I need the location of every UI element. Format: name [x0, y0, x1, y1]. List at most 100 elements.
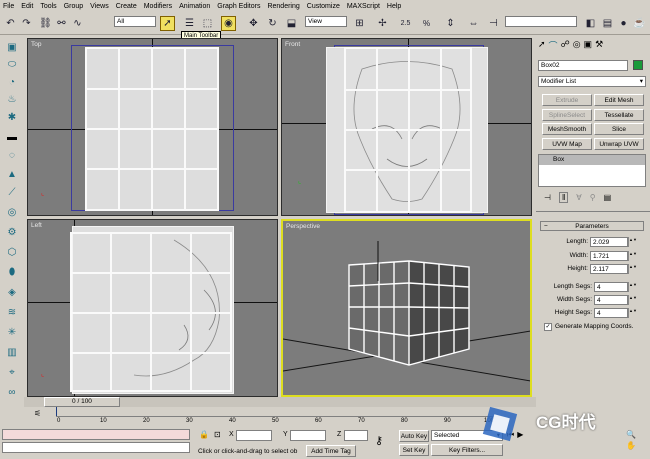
auto-key-button[interactable]: Auto Key — [399, 430, 429, 442]
add-time-tag-button[interactable]: Add Time Tag — [306, 445, 356, 457]
maxscript-listener[interactable] — [2, 429, 190, 440]
gear-icon[interactable]: ⚙ — [4, 225, 20, 240]
viewport-left[interactable]: Left ⌞ — [27, 219, 278, 397]
trackbar-key-icon[interactable]: ⚟ — [34, 409, 41, 418]
unlink-icon[interactable]: ⚯ — [54, 16, 69, 31]
reference-coord-dropdown[interactable]: View — [305, 16, 347, 27]
length-segs-spinner[interactable]: ▲▼ — [628, 282, 637, 292]
viewport-top[interactable]: Top ⌞ — [27, 38, 278, 216]
cone-icon[interactable]: ▲ — [4, 167, 20, 182]
redo-icon[interactable]: ↷ — [19, 16, 34, 31]
create-tab-icon[interactable]: ➚ — [538, 39, 546, 53]
zoom-icon[interactable]: 🔍 — [626, 430, 636, 439]
key-mode-icon[interactable]: ⚷ — [375, 434, 383, 447]
capsule-icon[interactable]: ⬮ — [4, 265, 20, 280]
display-tab-icon[interactable]: ▣ — [584, 39, 593, 53]
height-segs-field[interactable]: 4 — [594, 308, 628, 318]
absolute-mode-icon[interactable]: ⊡ — [214, 430, 221, 439]
pan-icon[interactable]: ✋ — [626, 441, 636, 450]
height-field[interactable]: 2.117 — [590, 264, 628, 274]
object-name-field[interactable]: Box02 — [538, 60, 628, 71]
geosphere-icon[interactable]: ✱ — [4, 110, 20, 125]
material-editor-icon[interactable]: ● — [616, 16, 631, 31]
angle-snap-icon[interactable]: 2.5 — [398, 16, 413, 31]
menu-file[interactable]: File — [3, 3, 14, 10]
height-spinner[interactable]: ▲▼ — [628, 264, 637, 274]
plane-icon[interactable]: ▬ — [4, 130, 20, 145]
length-field[interactable]: 2.029 — [590, 237, 628, 247]
menu-help[interactable]: Help — [387, 3, 401, 10]
scale-icon[interactable]: ⬓ — [284, 16, 299, 31]
move-icon[interactable]: ✥ — [246, 16, 261, 31]
pin-stack-icon[interactable]: ⊣ — [544, 193, 551, 202]
undo-icon[interactable]: ↶ — [3, 16, 18, 31]
select-object-icon[interactable]: ➚ — [160, 16, 175, 31]
width-segs-spinner[interactable]: ▲▼ — [628, 295, 637, 305]
unwrap-uvw-button[interactable]: Unwrap UVW — [594, 138, 644, 150]
splineselect-button[interactable]: SplineSelect — [542, 109, 592, 121]
uvw-map-button[interactable]: UVW Map — [542, 138, 592, 150]
viewport-perspective[interactable]: Perspective — [281, 219, 532, 397]
menu-modifiers[interactable]: Modifiers — [144, 3, 172, 10]
gen-mapping-checkbox[interactable]: ✓ — [544, 323, 552, 331]
utilities-tab-icon[interactable]: ⚒ — [595, 39, 603, 53]
schematic-view-icon[interactable]: ▤ — [600, 16, 615, 31]
helper-icon[interactable]: ⌖ — [4, 365, 20, 380]
torus-icon[interactable]: ◎ — [4, 205, 20, 220]
sphere-icon[interactable]: ◔ — [4, 75, 20, 90]
modifier-list-dropdown[interactable]: Modifier List ▾ — [538, 76, 646, 87]
menu-maxscript[interactable]: MAXScript — [347, 3, 380, 10]
menu-customize[interactable]: Customize — [307, 3, 340, 10]
select-manipulate-icon[interactable]: ✢ — [375, 16, 390, 31]
object-color-swatch[interactable] — [633, 60, 643, 70]
viewport-front[interactable]: Front ⌞ — [281, 38, 532, 216]
width-field[interactable]: 1.721 — [590, 251, 628, 261]
tube-icon[interactable]: ◌ — [4, 148, 20, 163]
hierarchy-tab-icon[interactable]: ☍ — [561, 39, 570, 53]
modify-tab-icon[interactable]: ⌒ — [549, 39, 558, 53]
tessellate-button[interactable]: Tessellate — [594, 109, 644, 121]
window-crossing-icon[interactable]: ◉ — [221, 16, 236, 31]
edit-mesh-button[interactable]: Edit Mesh — [594, 94, 644, 106]
configure-sets-icon[interactable]: ▤ — [604, 193, 612, 202]
pivot-center-icon[interactable]: ⊞ — [352, 16, 367, 31]
set-key-button[interactable]: Set Key — [399, 444, 429, 456]
lock-selection-icon[interactable]: 🔒 — [199, 430, 209, 439]
make-unique-icon[interactable]: ∀ — [576, 193, 581, 202]
percent-snap-icon[interactable]: % — [419, 16, 434, 31]
z-coordinate-field[interactable] — [344, 430, 368, 441]
menu-group[interactable]: Group — [64, 3, 83, 10]
width-spinner[interactable]: ▲▼ — [628, 251, 637, 261]
time-slider-handle[interactable]: 0 / 100 — [44, 397, 120, 407]
length-segs-field[interactable]: 4 — [594, 282, 628, 292]
motion-tab-icon[interactable]: ◎ — [573, 39, 581, 53]
modifier-stack[interactable]: Box — [538, 154, 646, 187]
cylinder-icon[interactable]: ⬭ — [4, 57, 20, 72]
align-icon[interactable]: ⊣ — [486, 16, 501, 31]
menu-edit[interactable]: Edit — [21, 3, 33, 10]
menu-rendering[interactable]: Rendering — [267, 3, 299, 10]
teapot-icon[interactable]: ♨ — [4, 92, 20, 107]
menu-animation[interactable]: Animation — [179, 3, 210, 10]
mirror-icon[interactable]: ⇔ — [466, 16, 481, 31]
maxscript-mini-field[interactable] — [2, 442, 190, 453]
bind-spacewarp-icon[interactable]: ∿ — [70, 16, 85, 31]
stack-item-box[interactable]: Box — [539, 155, 645, 165]
hedra-icon[interactable]: ⬡ — [4, 245, 20, 260]
x-coordinate-field[interactable] — [236, 430, 272, 441]
time-slider[interactable]: 0 / 100 — [24, 397, 536, 407]
track-bar[interactable]: ⚟ 0 10 20 30 40 50 60 70 80 90 100 — [24, 407, 536, 428]
spacewarp-icon[interactable]: ∞ — [4, 385, 20, 400]
rotate-icon[interactable]: ↻ — [265, 16, 280, 31]
menu-views[interactable]: Views — [90, 3, 109, 10]
length-spinner[interactable]: ▲▼ — [628, 237, 637, 247]
select-by-name-icon[interactable]: ☰ — [182, 16, 197, 31]
ripple-icon[interactable]: ≋ — [4, 305, 20, 320]
light-icon[interactable]: ✳ — [4, 325, 20, 340]
select-link-icon[interactable]: ⛓ — [38, 16, 53, 31]
curve-editor-icon[interactable]: ◧ — [583, 16, 598, 31]
menu-graph-editors[interactable]: Graph Editors — [217, 3, 260, 10]
width-segs-field[interactable]: 4 — [594, 295, 628, 305]
height-segs-spinner[interactable]: ▲▼ — [628, 308, 637, 318]
extrude-button[interactable]: Extrude — [542, 94, 592, 106]
